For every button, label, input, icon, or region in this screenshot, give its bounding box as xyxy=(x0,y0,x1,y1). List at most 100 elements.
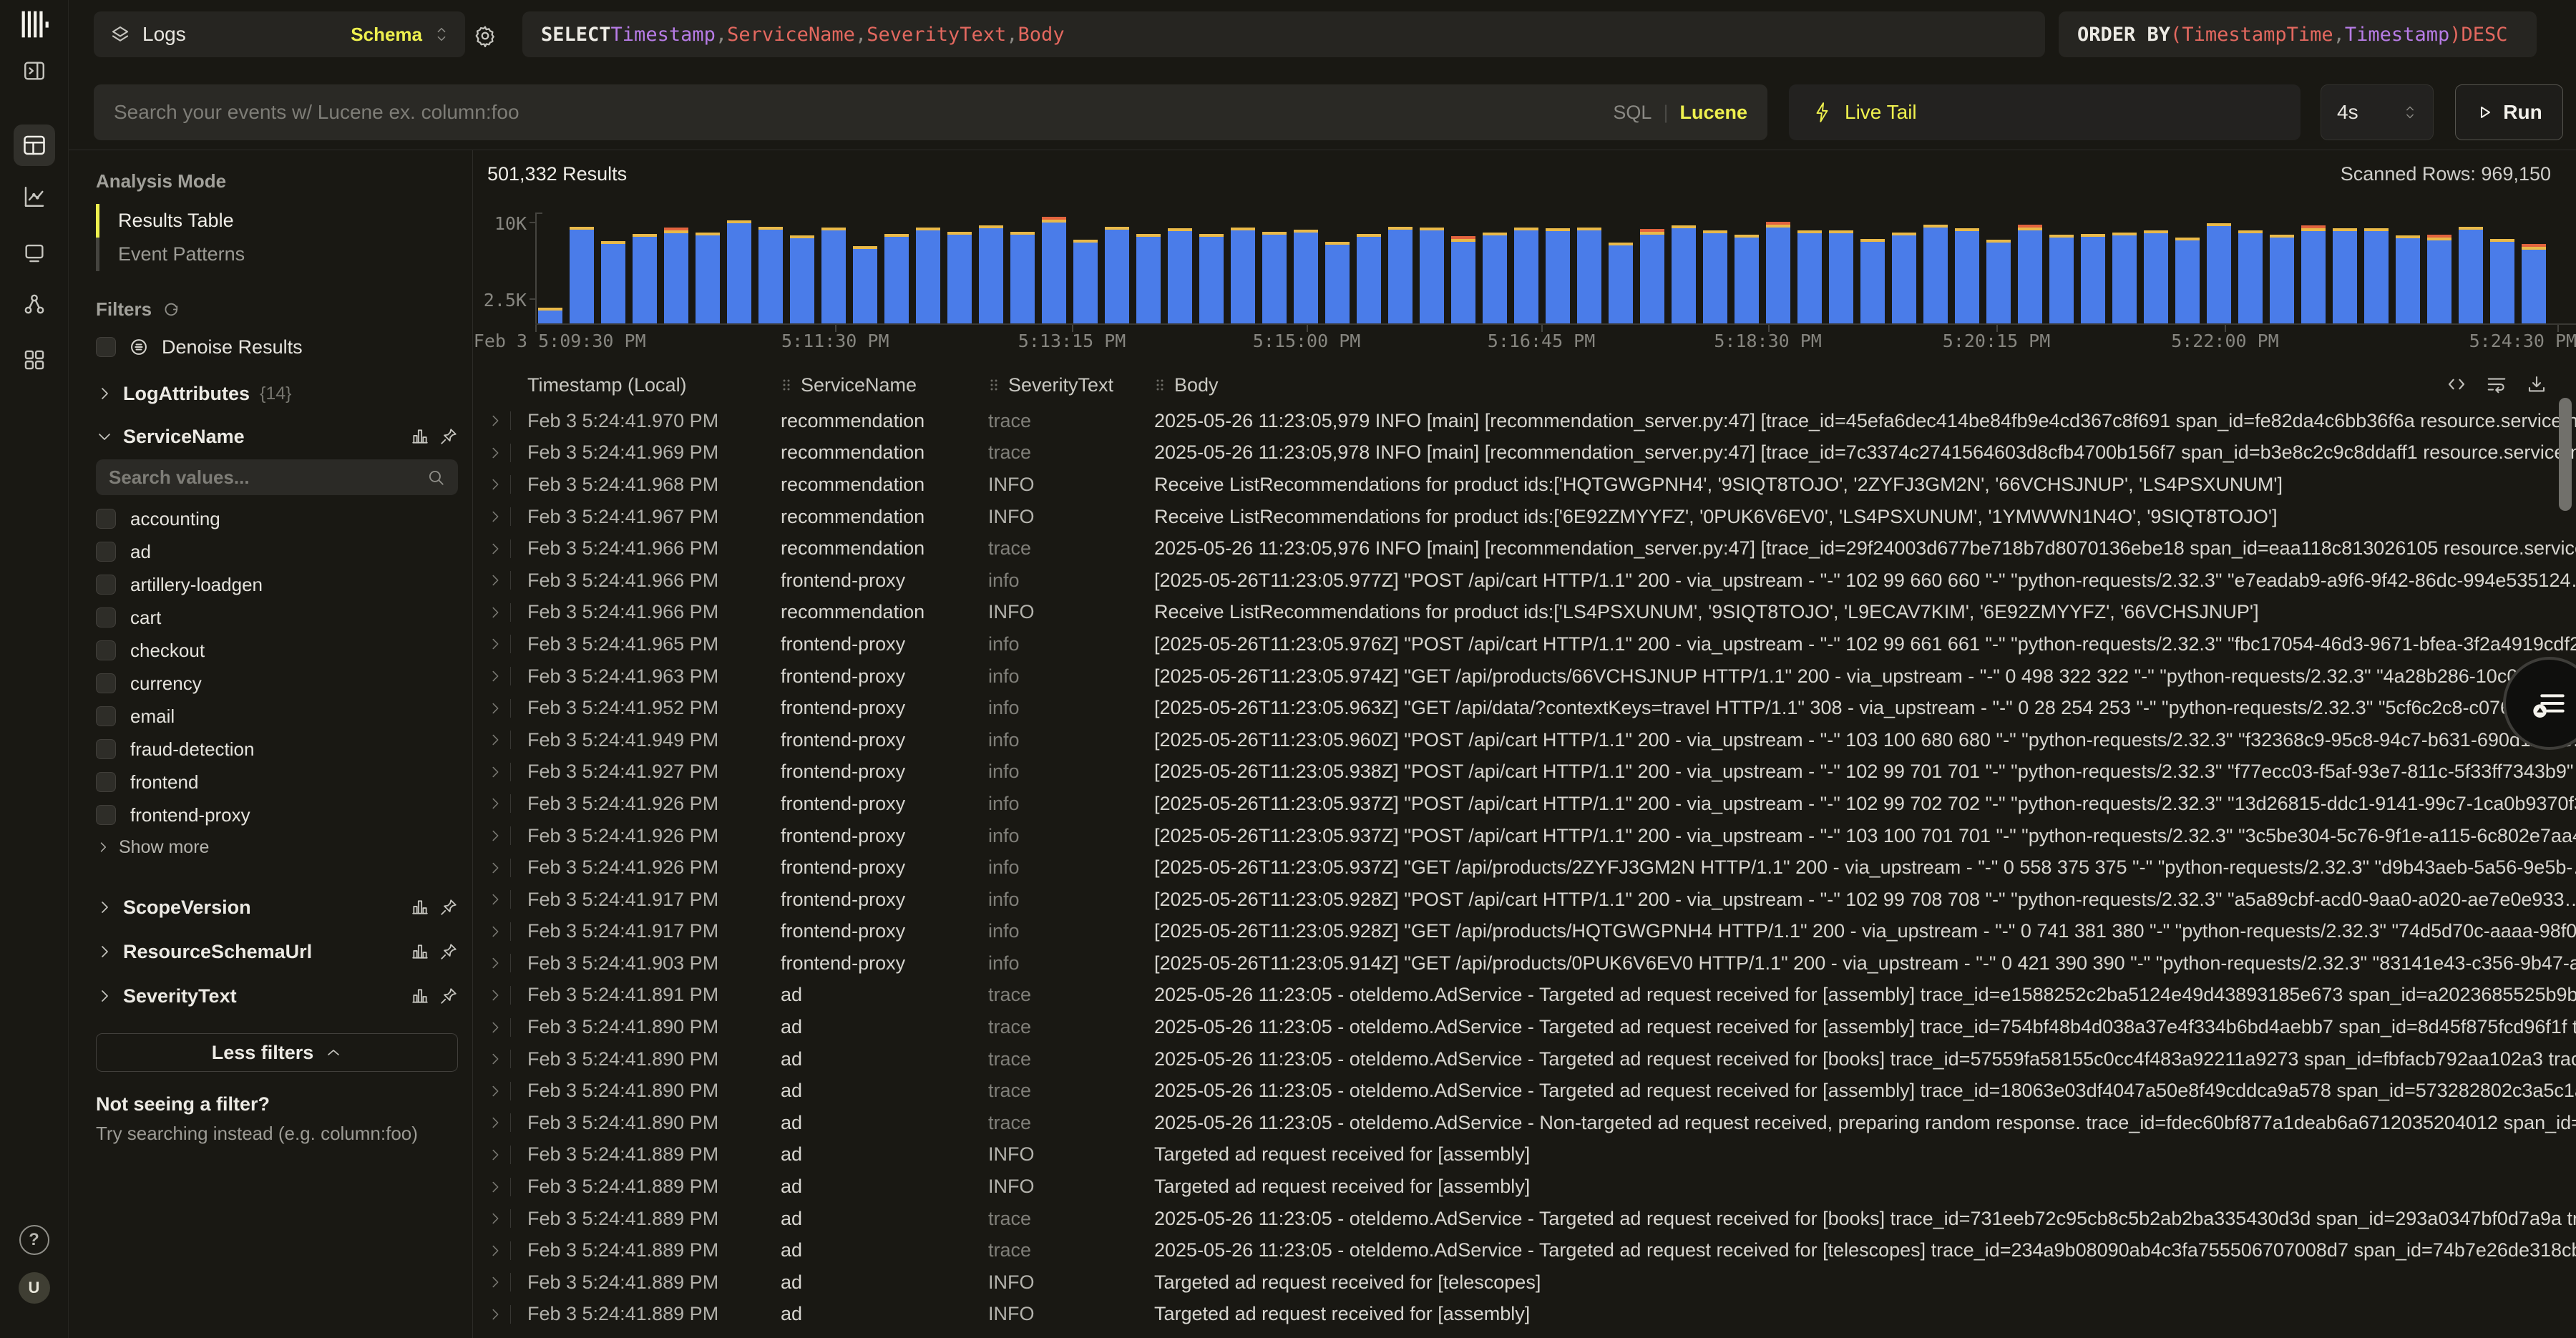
table-row[interactable]: Feb 3 5:24:41.889 PM ad trace 2025-05-26… xyxy=(473,1203,2576,1235)
histogram-bar[interactable] xyxy=(1388,227,1413,323)
help-button[interactable]: ? xyxy=(19,1225,49,1255)
wrap-lines-icon[interactable] xyxy=(2486,373,2507,395)
user-avatar[interactable]: U xyxy=(19,1272,50,1304)
histogram-bar[interactable] xyxy=(1860,239,1885,323)
bar-chart-icon[interactable] xyxy=(411,898,429,917)
table-row[interactable]: Feb 3 5:24:41.966 PM frontend-proxy info… xyxy=(473,565,2576,597)
less-filters-button[interactable]: Less filters xyxy=(96,1033,458,1072)
table-row[interactable]: Feb 3 5:24:41.963 PM frontend-proxy info… xyxy=(473,660,2576,693)
filter-group[interactable]: ScopeVersion xyxy=(96,889,458,926)
sql-select-editor[interactable]: SELECT Timestamp, ServiceName, SeverityT… xyxy=(522,11,2045,57)
table-row[interactable]: Feb 3 5:24:41.970 PM recommendation trac… xyxy=(473,405,2576,437)
expand-row-icon[interactable] xyxy=(487,1274,503,1290)
nav-apps[interactable] xyxy=(22,348,47,372)
denoise-results-toggle[interactable]: Denoise Results xyxy=(96,331,458,363)
expand-row-icon[interactable] xyxy=(487,1211,503,1226)
histogram-bar[interactable] xyxy=(1923,225,1948,323)
histogram-bar[interactable] xyxy=(1231,228,1255,323)
expand-row-icon[interactable] xyxy=(487,1051,503,1067)
filter-value-row[interactable]: frontend-proxy xyxy=(96,799,458,831)
histogram-bar[interactable] xyxy=(1042,217,1066,323)
histogram-bar[interactable] xyxy=(1168,228,1192,323)
histogram-bar[interactable] xyxy=(884,234,909,323)
expand-row-icon[interactable] xyxy=(487,636,503,652)
value-checkbox[interactable] xyxy=(96,509,116,529)
query-mode-toggle[interactable]: SQL | Lucene xyxy=(1613,102,1747,124)
table-row[interactable]: Feb 3 5:24:41.889 PM ad INFO Targeted ad… xyxy=(473,1171,2576,1203)
histogram-bar[interactable] xyxy=(2333,228,2357,323)
expand-row-icon[interactable] xyxy=(487,892,503,907)
expand-row-icon[interactable] xyxy=(487,955,503,971)
column-servicename[interactable]: ServiceName xyxy=(781,374,988,396)
pin-icon[interactable] xyxy=(439,427,458,446)
tab-results-table[interactable]: Results Table xyxy=(96,204,458,238)
expand-row-icon[interactable] xyxy=(487,1083,503,1099)
table-row[interactable]: Feb 3 5:24:41.969 PM recommendation trac… xyxy=(473,437,2576,469)
nav-services[interactable] xyxy=(22,292,47,316)
denoise-checkbox[interactable] xyxy=(96,337,116,357)
histogram-bar[interactable] xyxy=(1892,233,1916,323)
value-checkbox[interactable] xyxy=(96,805,116,825)
code-toggle-icon[interactable] xyxy=(2446,373,2467,395)
expand-row-icon[interactable] xyxy=(487,668,503,684)
bar-chart-icon[interactable] xyxy=(411,942,429,961)
histogram-bar[interactable] xyxy=(1420,228,1444,323)
histogram-bar[interactable] xyxy=(1766,222,1790,323)
table-row[interactable]: Feb 3 5:24:41.890 PM ad trace 2025-05-26… xyxy=(473,1043,2576,1075)
value-search-input[interactable] xyxy=(109,467,426,489)
expand-row-icon[interactable] xyxy=(487,541,503,557)
filter-value-row[interactable]: frontend xyxy=(96,766,458,799)
filter-group-servicename[interactable]: ServiceName xyxy=(96,418,458,455)
download-icon[interactable] xyxy=(2526,373,2547,395)
histogram-bar[interactable] xyxy=(790,235,814,323)
drag-handle-icon[interactable] xyxy=(988,376,1000,394)
histogram-bar[interactable] xyxy=(1703,230,1727,323)
histogram-bar[interactable] xyxy=(1640,229,1664,323)
column-severitytext[interactable]: SeverityText xyxy=(988,374,1154,396)
expand-row-icon[interactable] xyxy=(487,509,503,524)
filter-value-row[interactable]: email xyxy=(96,700,458,733)
table-row[interactable]: Feb 3 5:24:41.917 PM frontend-proxy info… xyxy=(473,916,2576,948)
run-button[interactable]: Run xyxy=(2455,84,2563,140)
histogram-bar[interactable] xyxy=(1262,232,1287,323)
histogram-bar[interactable] xyxy=(1105,227,1129,323)
table-row[interactable]: Feb 3 5:24:41.967 PM recommendation INFO… xyxy=(473,501,2576,533)
table-row[interactable]: Feb 3 5:24:41.903 PM frontend-proxy info… xyxy=(473,947,2576,980)
table-row[interactable]: Feb 3 5:24:41.968 PM recommendation INFO… xyxy=(473,469,2576,501)
histogram-bar[interactable] xyxy=(1986,240,2011,323)
histogram-bar[interactable] xyxy=(1797,230,1822,323)
filter-value-row[interactable]: accounting xyxy=(96,502,458,535)
show-more-button[interactable]: Show more xyxy=(96,831,458,863)
nav-chart-explorer[interactable] xyxy=(22,185,47,209)
expand-row-icon[interactable] xyxy=(487,1307,503,1322)
table-row[interactable]: Feb 3 5:24:41.890 PM ad trace 2025-05-26… xyxy=(473,1011,2576,1043)
histogram-bar[interactable] xyxy=(2396,235,2420,323)
histogram-bar[interactable] xyxy=(2081,234,2105,323)
bar-chart-icon[interactable] xyxy=(411,987,429,1005)
value-checkbox[interactable] xyxy=(96,640,116,660)
pin-icon[interactable] xyxy=(439,898,458,917)
table-row[interactable]: Feb 3 5:24:41.917 PM frontend-proxy info… xyxy=(473,884,2576,916)
histogram-bar[interactable] xyxy=(2175,238,2200,323)
histogram-bar[interactable] xyxy=(1451,236,1475,323)
histogram-bar[interactable] xyxy=(1829,230,1853,323)
histogram-bar[interactable] xyxy=(1577,228,1601,323)
histogram-bar[interactable] xyxy=(2459,227,2483,323)
histogram-bar[interactable] xyxy=(1609,243,1633,323)
histogram-bar[interactable] xyxy=(1010,232,1035,323)
value-checkbox[interactable] xyxy=(96,706,116,726)
histogram-bar[interactable] xyxy=(1294,230,1318,323)
histogram-bar[interactable] xyxy=(633,234,657,323)
histogram-bar[interactable] xyxy=(601,241,625,323)
histogram-bar[interactable] xyxy=(947,232,972,323)
column-body[interactable]: Body xyxy=(1154,374,2576,396)
histogram-bar[interactable] xyxy=(2364,228,2389,323)
expand-row-icon[interactable] xyxy=(487,477,503,492)
filter-value-row[interactable]: fraud-detection xyxy=(96,733,458,766)
table-row[interactable]: Feb 3 5:24:41.949 PM frontend-proxy info… xyxy=(473,724,2576,756)
expand-row-icon[interactable] xyxy=(487,700,503,716)
refresh-interval-select[interactable]: 4s xyxy=(2321,84,2434,140)
source-select[interactable]: Logs Schema xyxy=(94,11,465,57)
bar-chart-icon[interactable] xyxy=(411,427,429,446)
histogram-bar[interactable] xyxy=(979,225,1003,323)
